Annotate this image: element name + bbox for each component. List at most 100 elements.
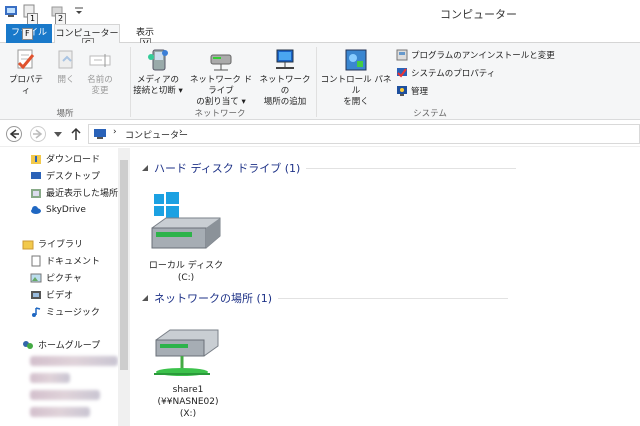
properties-icon	[13, 47, 39, 73]
open-label: 開く	[57, 75, 75, 85]
local-disk-letter: (C:)	[177, 273, 195, 283]
manage-icon	[396, 85, 408, 97]
nav-item-music[interactable]: ミュージック	[30, 305, 100, 318]
local-disk-icon	[151, 192, 221, 249]
media-connect-button[interactable]: メディアの 接続と切断 ▾	[132, 47, 184, 97]
blurred-homegroup-member[interactable]	[30, 356, 118, 366]
uninstall-label: プログラムのアンインストールと変更	[411, 51, 555, 61]
nav-videos-label: ビデオ	[46, 291, 74, 301]
ribbon-separator	[130, 47, 131, 117]
new-folder-qat-icon[interactable]: 2	[50, 4, 67, 25]
local-disk-label: ローカル ディスク	[148, 261, 224, 271]
drive-local-disk-c[interactable]: ローカル ディスク (C:)	[146, 192, 226, 284]
up-arrow-icon	[71, 127, 81, 140]
control-panel-icon	[343, 47, 369, 73]
uninstall-program-button[interactable]: プログラムのアンインストールと変更	[396, 49, 555, 61]
open-button[interactable]: 開く	[52, 47, 80, 86]
videos-icon	[30, 289, 42, 301]
control-panel-button[interactable]: コントロール パネル を開く	[318, 47, 394, 108]
rename-icon	[87, 47, 113, 73]
nav-scrollbar-thumb[interactable]	[120, 160, 128, 370]
network-section-title: ネットワークの場所 (1)	[154, 292, 273, 305]
keytip-f: F	[22, 28, 33, 40]
hdd-section-title: ハード ディスク ドライブ (1)	[154, 162, 301, 175]
ribbon: プロパティ 開く 名前の 変更 場所 メディアの 接続と切断 ▾ ネットワーク …	[0, 43, 640, 120]
addloc-label-2: 場所の追加	[263, 97, 307, 107]
network-section-header[interactable]: ネットワークの場所 (1)	[142, 290, 509, 306]
uninstall-icon	[396, 49, 408, 61]
drive-share1-x[interactable]: share1 (¥¥NASNE02) (X:)	[140, 324, 236, 420]
nav-item-documents[interactable]: ドキュメント	[30, 254, 100, 267]
forward-button[interactable]	[30, 126, 46, 142]
ribbon-tabs: ファイル F コンピューター C 表示 V	[0, 24, 640, 50]
tab-view-label: 表示	[136, 28, 155, 38]
nav-downloads-label: ダウンロード	[46, 155, 101, 165]
media-device-icon	[145, 47, 171, 73]
nav-pictures-label: ピクチャ	[46, 274, 82, 284]
navigation-pane: ダウンロード デスクトップ 最近表示した場所 SkyDrive ライブラリ ドキ…	[0, 148, 130, 426]
nav-item-recent[interactable]: 最近表示した場所	[30, 186, 118, 199]
pictures-icon	[30, 272, 42, 284]
rename-label-2: 変更	[91, 86, 109, 96]
computer-icon	[94, 129, 106, 139]
nav-item-videos[interactable]: ビデオ	[30, 288, 73, 301]
recent-locations-dropdown[interactable]	[54, 131, 62, 141]
map-label-1: ネットワーク ドライブ	[189, 75, 253, 96]
blurred-homegroup-member[interactable]	[30, 390, 100, 400]
back-arrow-icon	[9, 129, 19, 139]
map-network-drive-button[interactable]: ネットワーク ドライブ の割り当て ▾	[186, 47, 256, 108]
system-group-label: システム	[413, 109, 447, 119]
desktop-icon	[30, 170, 42, 182]
nav-skydrive-label: SkyDrive	[46, 205, 86, 215]
network-drive-icon	[154, 329, 219, 376]
addloc-label-1: ネットワークの	[259, 75, 311, 96]
explorer-icon[interactable]	[4, 4, 18, 18]
recent-places-icon	[30, 187, 42, 199]
control-panel-label-2: を開く	[343, 97, 369, 107]
sysprops-label: システムのプロパティ	[411, 69, 496, 79]
qat-dropdown-icon[interactable]	[74, 4, 84, 18]
add-network-location-button[interactable]: ネットワークの 場所の追加	[258, 47, 312, 108]
content-area: ハード ディスク ドライブ (1) ローカル ディスク (C:) ネットワークの…	[132, 148, 640, 426]
location-group-label: 場所	[56, 109, 74, 119]
manage-button[interactable]: 管理	[396, 85, 428, 97]
nav-item-libraries[interactable]: ライブラリ	[22, 237, 83, 250]
nav-documents-label: ドキュメント	[46, 257, 101, 267]
section-divider	[278, 297, 509, 299]
documents-icon	[30, 255, 42, 267]
media-label-2: 接続と切断 ▾	[133, 86, 183, 96]
nav-music-label: ミュージック	[46, 308, 100, 318]
nav-recent-label: 最近表示した場所	[46, 189, 119, 199]
nav-item-downloads[interactable]: ダウンロード	[30, 152, 100, 165]
control-panel-label-1: コントロール パネル	[320, 75, 392, 96]
nav-item-skydrive[interactable]: SkyDrive	[30, 204, 86, 216]
nav-desktop-label: デスクトップ	[46, 172, 101, 182]
properties-qat-icon[interactable]: 1	[22, 4, 39, 25]
rename-button[interactable]: 名前の 変更	[84, 47, 116, 97]
ribbon-separator	[316, 47, 317, 117]
address-box[interactable]: › コンピューター ›	[88, 124, 640, 144]
nav-item-homegroup[interactable]: ホームグループ	[22, 338, 100, 351]
properties-button[interactable]: プロパティ	[6, 47, 46, 97]
quick-access-toolbar: 1 2	[4, 4, 84, 25]
nav-homegroup-label: ホームグループ	[38, 341, 101, 351]
blurred-homegroup-member[interactable]	[30, 373, 70, 383]
nav-item-pictures[interactable]: ピクチャ	[30, 271, 82, 284]
homegroup-icon	[22, 339, 34, 351]
breadcrumb-separator: ›	[179, 127, 183, 137]
network-location-icon	[272, 47, 298, 73]
share-name-label: share1	[172, 385, 204, 395]
hdd-section-header[interactable]: ハード ディスク ドライブ (1)	[142, 160, 517, 176]
chevron-down-icon	[54, 132, 62, 137]
open-icon	[53, 47, 79, 73]
system-properties-button[interactable]: システムのプロパティ	[396, 67, 495, 79]
forward-arrow-icon	[33, 129, 43, 139]
address-bar-row: › コンピューター ›	[0, 121, 640, 147]
section-divider	[306, 167, 517, 169]
up-button[interactable]	[70, 127, 82, 144]
back-button[interactable]	[6, 126, 22, 142]
blurred-homegroup-member[interactable]	[30, 407, 90, 417]
nav-item-desktop[interactable]: デスクトップ	[30, 169, 100, 182]
music-icon	[30, 306, 42, 318]
media-label-1: メディアの	[137, 75, 179, 85]
